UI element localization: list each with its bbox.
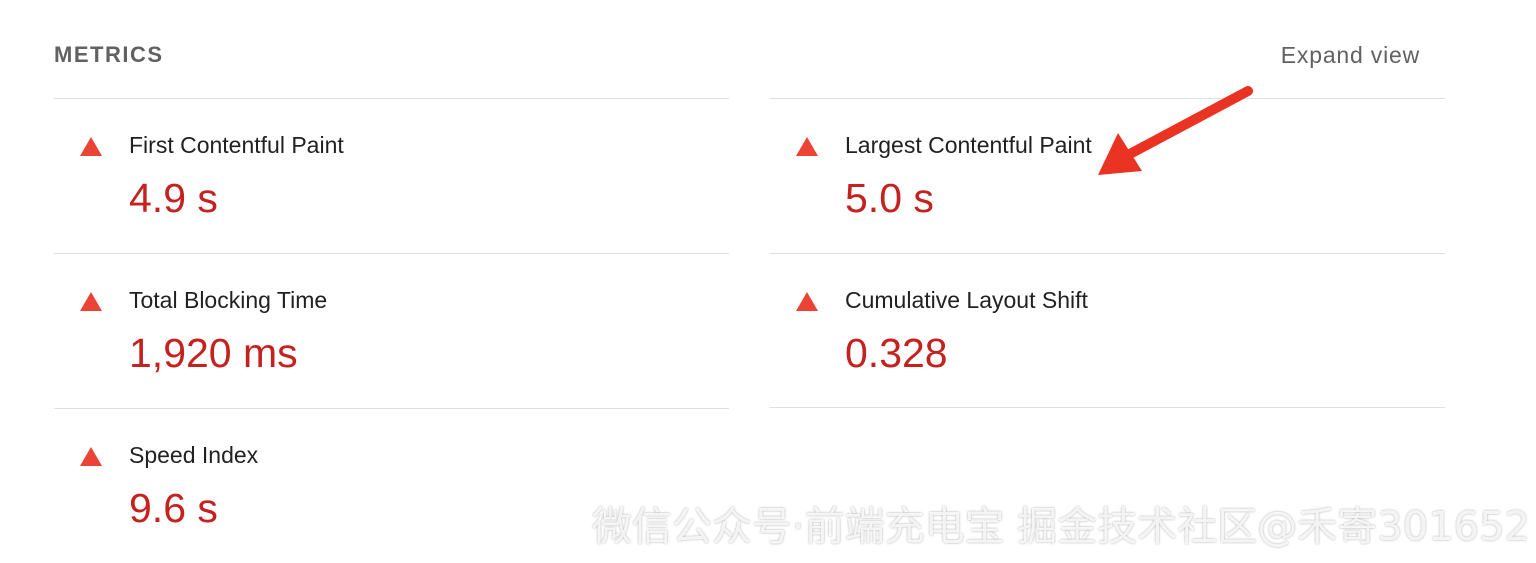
fail-triangle-icon <box>796 292 818 311</box>
watermark: 微信公众号·前端充电宝 掘金技术社区@禾寄301652 <box>591 504 1530 550</box>
red-arrow-annotation-icon <box>1098 86 1253 175</box>
metric-total-blocking-time: Total Blocking Time 1,920 ms <box>54 253 729 408</box>
metric-label: Total Blocking Time <box>129 287 328 313</box>
expand-view-link[interactable]: Expand view <box>1281 42 1420 69</box>
metric-value: 4.9 s <box>129 175 218 221</box>
metric-value: 9.6 s <box>129 485 218 531</box>
metric-label: Speed Index <box>129 442 259 468</box>
metric-cumulative-layout-shift: Cumulative Layout Shift 0.328 <box>770 253 1445 408</box>
metric-value: 1,920 ms <box>129 330 298 376</box>
metric-first-contentful-paint: First Contentful Paint 4.9 s <box>54 98 729 253</box>
metric-value: 0.328 <box>845 330 948 376</box>
metrics-header: METRICS Expand view <box>54 38 1420 74</box>
metric-label: First Contentful Paint <box>129 132 344 158</box>
fail-triangle-icon <box>80 292 102 311</box>
metric-label: Largest Contentful Paint <box>845 132 1092 158</box>
arrow-shaft <box>1123 86 1253 160</box>
fail-triangle-icon <box>796 137 818 156</box>
fail-triangle-icon <box>80 137 102 156</box>
fail-triangle-icon <box>80 447 102 466</box>
metric-value: 5.0 s <box>845 175 934 221</box>
section-title: METRICS <box>54 42 164 67</box>
metric-label: Cumulative Layout Shift <box>845 287 1088 313</box>
